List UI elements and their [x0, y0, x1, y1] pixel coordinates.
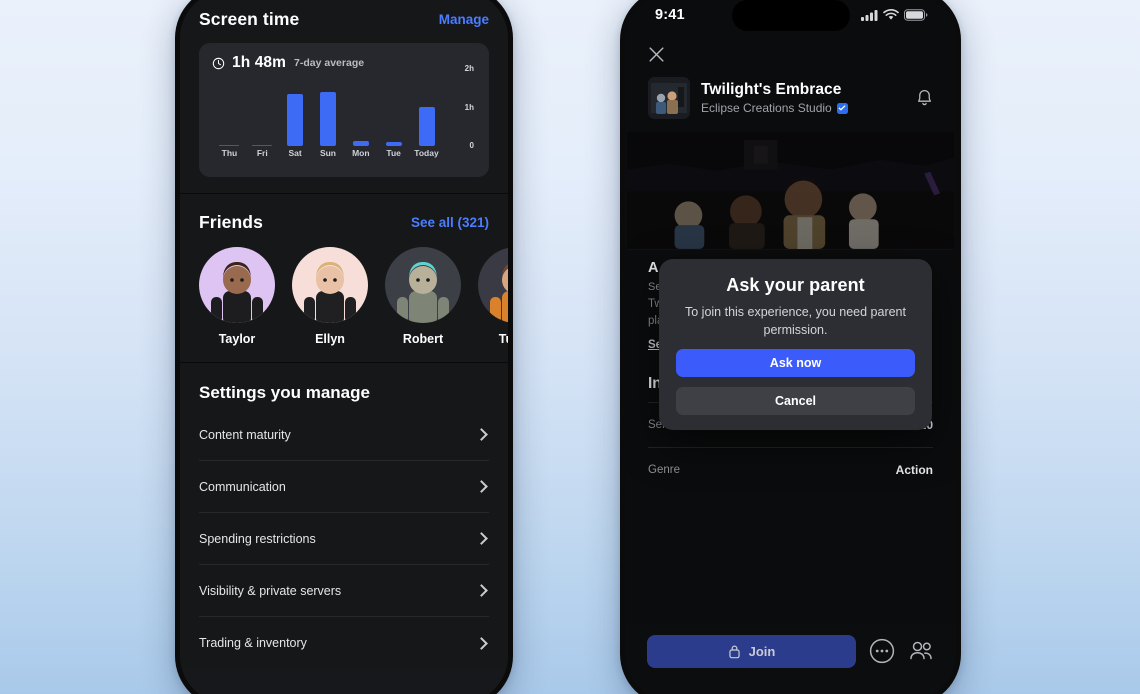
friends-card: Friends See all (321) Taylor Ellyn Robert T…	[180, 194, 508, 363]
settings-row-label: Content maturity	[199, 427, 291, 442]
avatar[interactable]	[478, 247, 508, 323]
friend-name: Robert	[402, 332, 444, 346]
friends-title: Friends	[199, 212, 263, 232]
experience-detail-screen: 9:41 Twilight's Embrace Eclipse Creation…	[625, 0, 956, 694]
chart-y-tick-label: 2h	[464, 64, 474, 74]
chart-x-tick-label: Sat	[288, 148, 302, 158]
dialog-title: Ask your parent	[726, 275, 865, 295]
right-phone-frame: 9:41 Twilight's Embrace Eclipse Creation…	[620, 0, 961, 694]
friend-name: Ellyn	[315, 332, 345, 346]
chart-x-tick-label: Thu	[221, 148, 238, 158]
settings-row-label: Communication	[199, 479, 286, 494]
chart-bar	[319, 91, 336, 146]
ask-parent-dialog: Ask your parent To join this experience,…	[659, 259, 932, 430]
friend-name: Taylor	[218, 332, 256, 346]
cancel-button[interactable]: Cancel	[676, 387, 915, 415]
settings-row[interactable]: Visibility & private servers	[199, 565, 489, 617]
manage-link[interactable]: Manage	[439, 12, 489, 27]
friend-item[interactable]: Taylor	[199, 247, 275, 346]
friend-item[interactable]: Robert	[385, 247, 461, 346]
left-phone-frame: Screen time Manage 1h 48m 7-day average	[175, 0, 513, 694]
chart-bar	[418, 107, 435, 146]
avatar-art	[304, 262, 356, 323]
settings-row[interactable]: Trading & inventory	[199, 617, 489, 669]
screen-time-bar-chart: Thu Fri Sat Sun Mon Tue Today 0 1h 2h	[212, 64, 476, 168]
chart-x-axis-labels: Thu Fri Sat Sun Mon Tue Today	[216, 148, 440, 166]
chart-x-tick-label: Mon	[352, 148, 370, 158]
chevron-right-icon	[475, 428, 488, 441]
chart-bar	[252, 144, 273, 146]
screen-time-card: Screen time Manage 1h 48m 7-day average	[180, 0, 508, 194]
friends-list: Taylor Ellyn Robert Turbo	[199, 247, 508, 346]
chart-bar-column	[347, 85, 374, 146]
parental-controls-screen: Screen time Manage 1h 48m 7-day average	[180, 0, 508, 694]
avatar[interactable]	[385, 247, 461, 323]
friends-header: Friends See all (321)	[199, 212, 489, 233]
chevron-right-icon	[475, 532, 488, 545]
settings-list: Content maturity Communication Spending re…	[180, 409, 508, 669]
friend-item[interactable]: Ellyn	[292, 247, 368, 346]
chart-y-tick-label: 0	[469, 141, 474, 150]
chart-bar-column	[315, 85, 342, 146]
avatar[interactable]	[292, 247, 368, 323]
settings-row[interactable]: Communication	[199, 461, 489, 513]
right-phone-screen: 9:41 Twilight's Embrace Eclipse Creation…	[625, 0, 956, 694]
chart-bar-column	[249, 85, 276, 146]
chart-plot-area	[216, 85, 440, 146]
chevron-right-icon	[475, 636, 488, 650]
dialog-message: To join this experience, you need parent…	[685, 305, 906, 337]
chart-bar	[219, 144, 240, 146]
settings-card: Settings you manage Content maturity Comm…	[180, 363, 508, 669]
chart-bar-column	[282, 85, 309, 146]
chart-bar	[352, 141, 369, 146]
settings-title: Settings you manage	[199, 383, 370, 402]
avatar-art	[211, 262, 263, 323]
avatar-art	[397, 262, 449, 323]
chart-x-tick-label: Sun	[319, 148, 336, 158]
settings-row[interactable]: Spending restrictions	[199, 513, 489, 565]
clock-icon	[212, 57, 225, 69]
ask-now-button[interactable]: Ask now	[676, 349, 915, 377]
chart-bar	[385, 142, 402, 146]
screen-time-summary: 1h 48m 7-day average	[212, 54, 476, 72]
screen-time-chart-card: 1h 48m 7-day average Thu Fri Sat Sun Mon Tue T…	[199, 43, 489, 177]
chart-x-tick-label: Fri	[256, 148, 268, 158]
settings-row-label: Visibility & private servers	[199, 583, 342, 598]
settings-row-label: Spending restrictions	[199, 531, 316, 546]
settings-row-label: Trading & inventory	[199, 636, 307, 650]
chart-bar-column	[216, 85, 243, 146]
chart-bar-column	[380, 85, 407, 146]
chart-y-axis-labels: 0 1h 2h	[444, 64, 476, 150]
chevron-right-icon	[475, 584, 488, 597]
chart-x-tick-label: Tue	[386, 148, 401, 158]
chart-x-tick-label: Today	[414, 148, 439, 158]
see-all-friends-link[interactable]: See all (321)	[411, 215, 489, 230]
screen-time-header: Screen time Manage	[199, 9, 489, 30]
left-phone-screen: Screen time Manage 1h 48m 7-day average	[180, 0, 508, 694]
modal-overlay: Ask your parent To join this experience,…	[625, 0, 956, 694]
avatar-art	[490, 264, 508, 323]
chart-bar	[287, 94, 304, 146]
chart-bar-column	[413, 85, 440, 146]
screen-time-title: Screen time	[199, 9, 300, 29]
settings-row[interactable]: Content maturity	[199, 409, 489, 461]
avatar[interactable]	[199, 247, 275, 323]
friend-item[interactable]: Turbo	[478, 247, 508, 346]
screen-time-average-caption: 7-day average	[294, 57, 365, 69]
chevron-right-icon	[475, 480, 488, 493]
friend-name: Turbo	[498, 332, 508, 346]
screen-time-average-value: 1h 48m	[232, 54, 287, 71]
chart-y-tick-label: 1h	[464, 102, 474, 112]
